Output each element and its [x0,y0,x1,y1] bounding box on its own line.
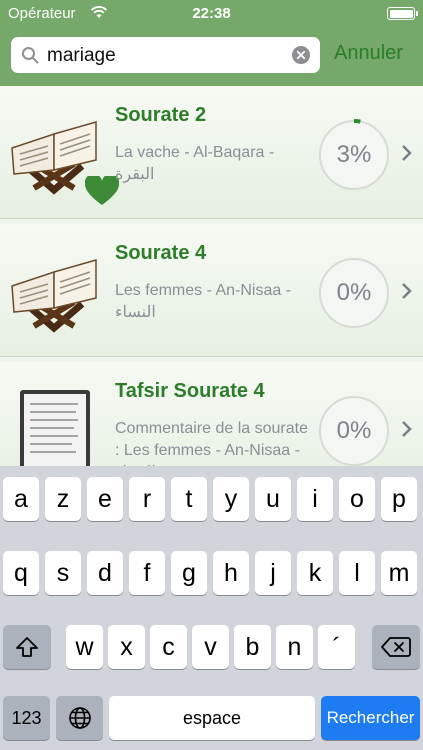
key-j[interactable]: j [255,551,291,595]
cancel-button[interactable]: Annuler [334,42,403,65]
key-i[interactable]: i [297,477,333,521]
key-k[interactable]: k [297,551,333,595]
key-v[interactable]: v [192,625,229,669]
search-icon [22,47,39,64]
navigation-bar: Opérateur 22:38 mariage Annuler [0,0,423,86]
list-item[interactable]: Tafsir Sourate 4 Commentaire de la soura… [0,362,423,466]
numbers-key[interactable]: 123 [3,696,50,740]
status-bar: Opérateur 22:38 [0,0,423,28]
key-n[interactable]: n [276,625,313,669]
shift-icon [16,637,38,657]
delete-key[interactable] [372,625,420,669]
result-subtitle: Les femmes - An-Nisaa - النساء [115,282,292,321]
key-y[interactable]: y [213,477,249,521]
result-title: Tafsir Sourate 4 [115,380,265,402]
clear-icon[interactable] [292,46,310,64]
key-x[interactable]: x [108,625,145,669]
result-subtitle: La vache - Al-Baqara - البقرة [115,144,275,183]
search-field[interactable]: mariage [11,37,320,73]
result-title: Sourate 2 [115,104,207,126]
chevron-right-icon [402,283,412,299]
key-z[interactable]: z [45,477,81,521]
document-icon [20,390,90,466]
quran-book-icon [11,259,97,333]
globe-icon [68,707,91,729]
key-h[interactable]: h [213,551,249,595]
key-e[interactable]: e [87,477,123,521]
result-subtitle: Commentaire de la sourate : Les femmes -… [115,420,308,466]
key-q[interactable]: q [3,551,39,595]
clock: 22:38 [192,5,231,22]
key-t[interactable]: t [171,477,207,521]
results-list: Sourate 2 La vache - Al-Baqara - البقرة … [0,86,423,466]
progress-label: 0% [336,279,372,306]
key-d[interactable]: d [87,551,123,595]
globe-key[interactable] [56,696,103,740]
key-g[interactable]: g [171,551,207,595]
key-accent[interactable]: ´ [318,625,355,669]
key-r[interactable]: r [129,477,165,521]
space-key[interactable]: espace [109,696,315,740]
key-f[interactable]: f [129,551,165,595]
keyboard: a z e r t y u i o p q s d f g h j k l m … [0,466,423,750]
progress-label: 3% [336,141,372,168]
battery-icon [387,7,418,20]
key-p[interactable]: p [381,477,417,521]
list-item[interactable]: Sourate 2 La vache - Al-Baqara - البقرة … [0,86,423,219]
chevron-right-icon [402,145,412,161]
key-c[interactable]: c [150,625,187,669]
shift-key[interactable] [3,625,51,669]
search-input[interactable]: mariage [47,45,116,67]
progress-label: 0% [336,417,372,444]
list-item[interactable]: Sourate 4 Les femmes - An-Nisaa - النساء… [0,224,423,357]
key-l[interactable]: l [339,551,375,595]
backspace-icon [381,637,411,657]
favorite-heart-icon[interactable] [85,176,119,206]
key-b[interactable]: b [234,625,271,669]
result-title: Sourate 4 [115,242,207,264]
search-key[interactable]: Rechercher [321,696,420,740]
key-s[interactable]: s [45,551,81,595]
key-u[interactable]: u [255,477,291,521]
key-m[interactable]: m [381,551,417,595]
key-a[interactable]: a [3,477,39,521]
key-o[interactable]: o [339,477,375,521]
key-w[interactable]: w [66,625,103,669]
chevron-right-icon [402,421,412,437]
